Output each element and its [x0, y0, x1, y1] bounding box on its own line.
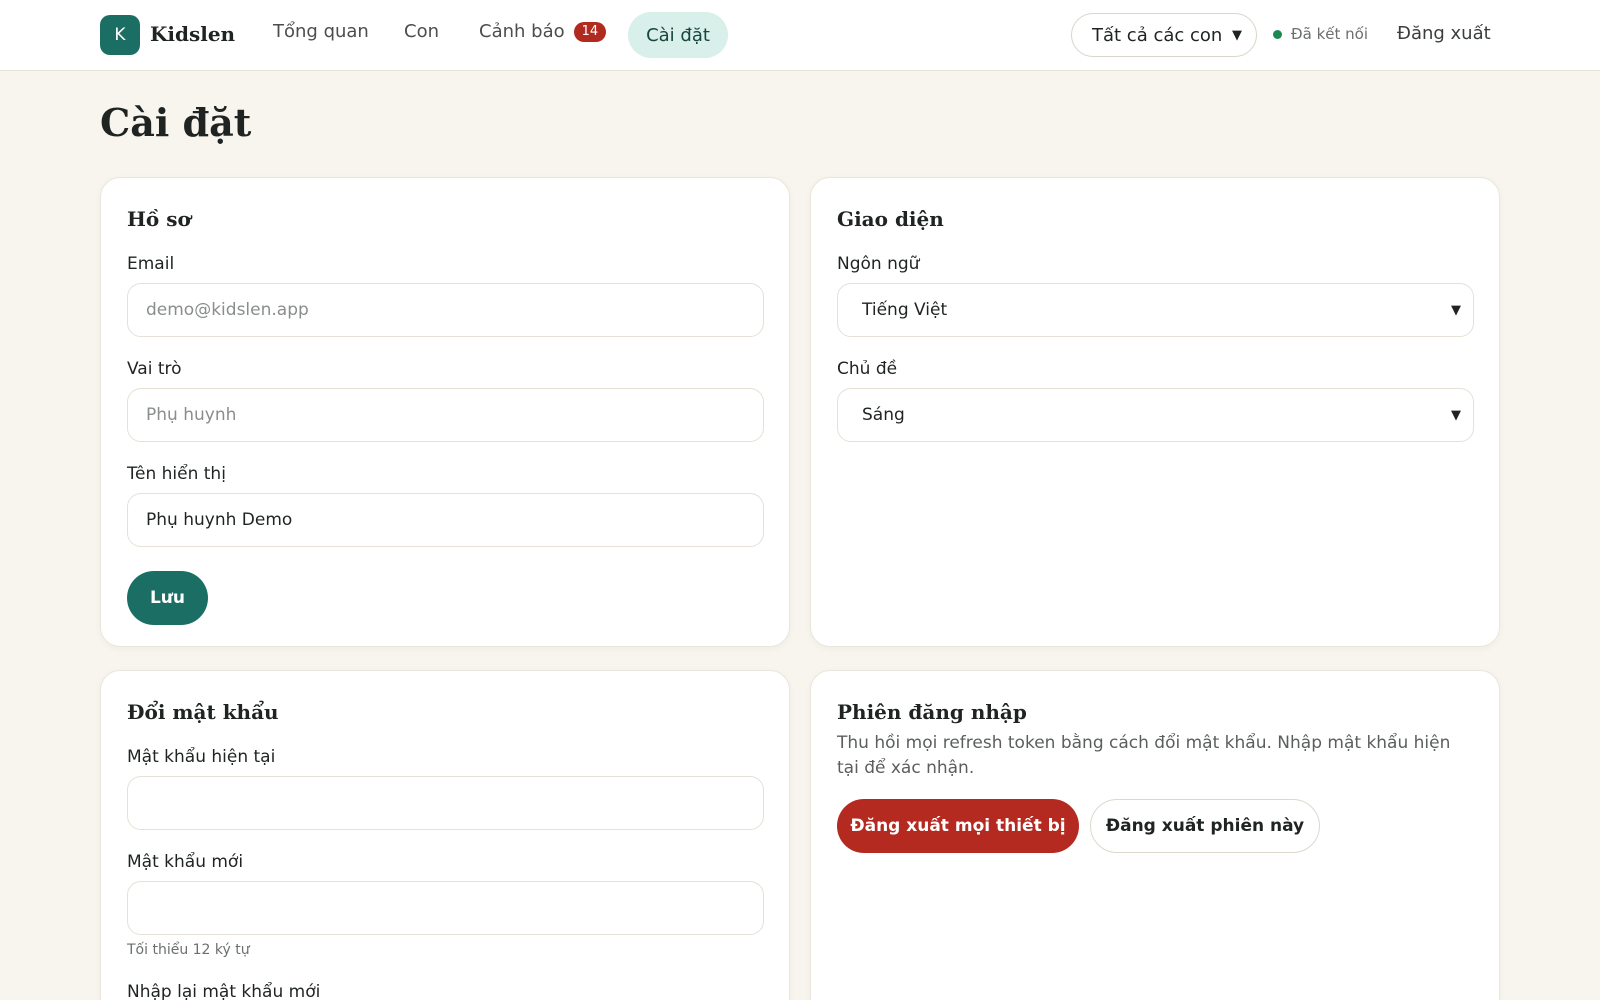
- chevron-down-icon: ▼: [1451, 302, 1461, 318]
- theme-select[interactable]: Sáng ▼: [837, 388, 1474, 442]
- connection-status: Đã kết nối: [1273, 25, 1368, 43]
- language-label: Ngôn ngữ: [837, 254, 920, 274]
- nav-settings[interactable]: Cài đặt: [628, 12, 728, 58]
- logout-all-devices-button[interactable]: Đăng xuất mọi thiết bị: [837, 799, 1079, 853]
- new-password-field[interactable]: [127, 881, 764, 935]
- appearance-card: Giao diện Ngôn ngữ Tiếng Việt ▼ Chủ đề S…: [810, 177, 1500, 647]
- email-field[interactable]: demo@kidslen.app: [127, 283, 764, 337]
- nav-alerts-label: Cảnh báo: [479, 21, 565, 42]
- display-name-value: Phụ huynh Demo: [146, 510, 293, 530]
- email-label: Email: [127, 254, 175, 274]
- language-value: Tiếng Việt: [862, 300, 948, 320]
- display-name-label: Tên hiển thị: [127, 464, 226, 484]
- profile-card: Hồ sơ Email demo@kidslen.app Vai trò Phụ…: [100, 177, 790, 647]
- sessions-card: Phiên đăng nhập Thu hồi mọi refresh toke…: [810, 670, 1500, 1000]
- nav-overview[interactable]: Tổng quan: [273, 21, 369, 42]
- sessions-title: Phiên đăng nhập: [837, 700, 1027, 724]
- page-title: Cài đặt: [100, 100, 252, 145]
- nav-overview-label: Tổng quan: [273, 21, 369, 42]
- connection-status-label: Đã kết nối: [1291, 25, 1368, 43]
- confirm-password-label: Nhập lại mật khẩu mới: [127, 982, 321, 1000]
- logout-this-session-button[interactable]: Đăng xuất phiên này: [1090, 799, 1320, 853]
- logo-icon[interactable]: K: [100, 15, 140, 55]
- profile-title: Hồ sơ: [127, 207, 191, 231]
- save-button[interactable]: Lưu: [127, 571, 208, 625]
- status-dot-icon: [1273, 29, 1282, 39]
- child-filter-value: Tất cả các con: [1092, 24, 1223, 46]
- change-password-title: Đổi mật khẩu: [127, 700, 279, 724]
- nav-alerts[interactable]: Cảnh báo 14: [479, 21, 607, 42]
- new-password-label: Mật khẩu mới: [127, 852, 244, 872]
- theme-value: Sáng: [862, 405, 905, 425]
- theme-label: Chủ đề: [837, 359, 898, 379]
- nav-settings-label: Cài đặt: [646, 24, 710, 46]
- email-value: demo@kidslen.app: [146, 300, 309, 320]
- language-select[interactable]: Tiếng Việt ▼: [837, 283, 1474, 337]
- appearance-title: Giao diện: [837, 207, 944, 231]
- current-password-label: Mật khẩu hiện tại: [127, 747, 276, 767]
- nav-children[interactable]: Con: [404, 21, 439, 42]
- brand-name[interactable]: Kidslen: [150, 22, 235, 46]
- nav-children-label: Con: [404, 21, 439, 42]
- role-label: Vai trò: [127, 359, 182, 379]
- child-filter-select[interactable]: Tất cả các con ▼: [1071, 13, 1257, 57]
- logout-link[interactable]: Đăng xuất: [1397, 23, 1491, 44]
- display-name-field[interactable]: Phụ huynh Demo: [127, 493, 764, 547]
- top-navbar: K Kidslen Tổng quan Con Cảnh báo 14 Cài …: [0, 0, 1600, 71]
- new-password-hint: Tối thiểu 12 ký tự: [127, 942, 250, 958]
- sessions-description: Thu hồi mọi refresh token bằng cách đổi …: [837, 733, 1451, 778]
- alerts-count-badge: 14: [573, 21, 607, 42]
- current-password-field[interactable]: [127, 776, 764, 830]
- chevron-down-icon: ▼: [1232, 27, 1242, 43]
- change-password-card: Đổi mật khẩu Mật khẩu hiện tại Mật khẩu …: [100, 670, 790, 1000]
- role-field[interactable]: Phụ huynh: [127, 388, 764, 442]
- chevron-down-icon: ▼: [1451, 407, 1461, 423]
- role-value: Phụ huynh: [146, 405, 237, 425]
